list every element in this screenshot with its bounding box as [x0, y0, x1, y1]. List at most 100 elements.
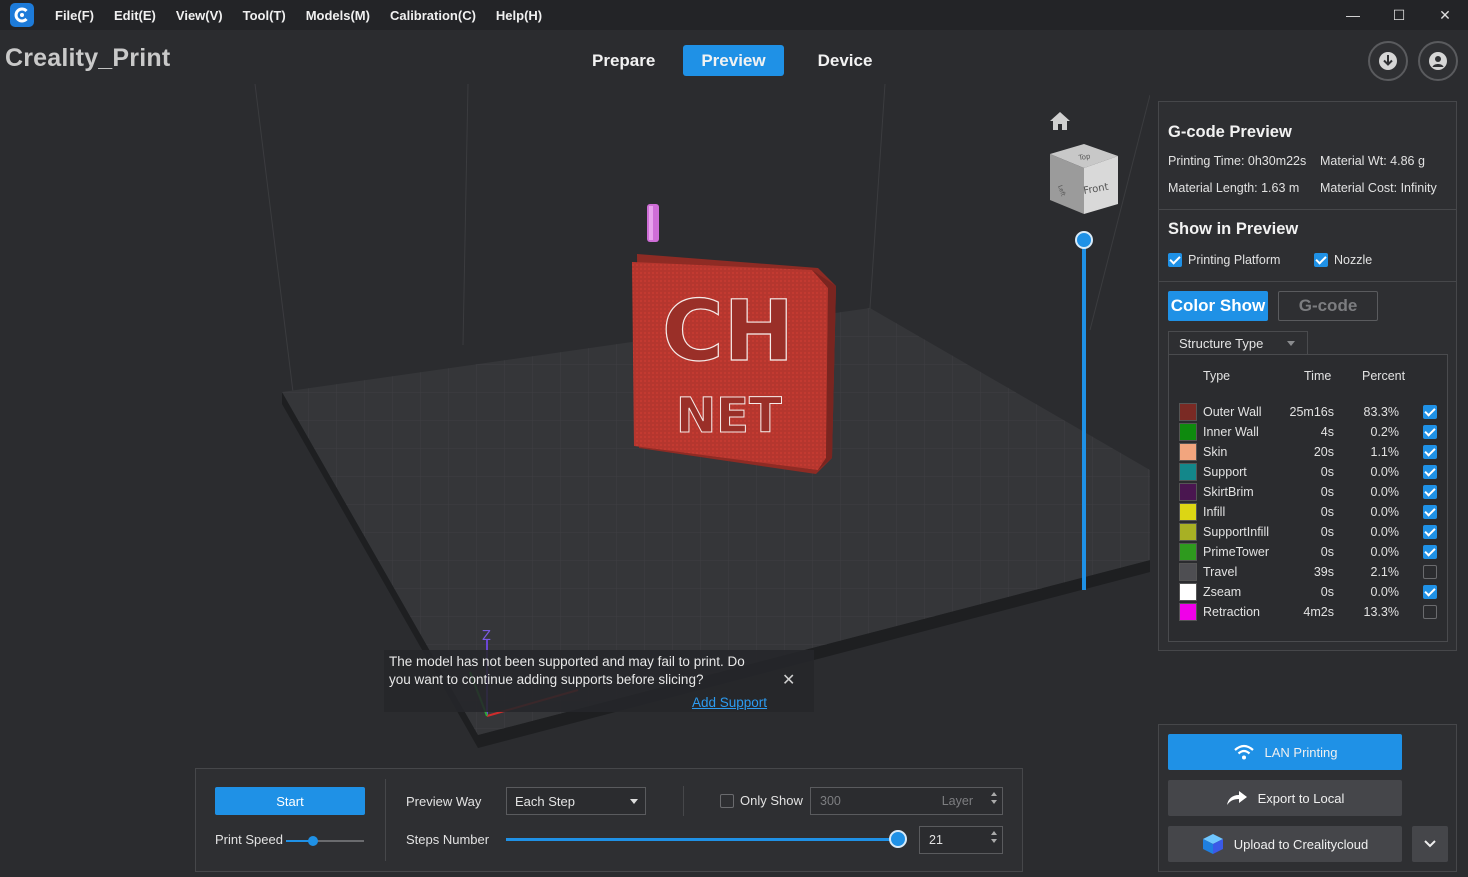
legend-row: Infill 0s 0.0% [1169, 502, 1447, 522]
menu-item-help[interactable]: Help(H) [496, 8, 542, 23]
menu-bar: File(F) Edit(E) View(V) Tool(T) Models(M) Cal… [0, 0, 1468, 30]
export-more-button[interactable] [1412, 826, 1448, 862]
start-button[interactable]: Start [215, 787, 365, 815]
legend-percent: 0.0% [1370, 585, 1400, 599]
legend-visibility-checkbox[interactable] [1423, 465, 1437, 479]
legend-percent: 0.0% [1370, 485, 1400, 499]
arrow-down-icon[interactable] [991, 839, 997, 843]
steps-number-label: Steps Number [406, 832, 490, 847]
steps-slider-handle[interactable] [889, 830, 907, 848]
maximize-button[interactable]: ☐ [1376, 0, 1422, 30]
only-show-checkbox[interactable] [720, 793, 734, 808]
color-swatch [1179, 483, 1197, 501]
layer-slider-track[interactable] [1082, 240, 1086, 590]
arrow-up-icon[interactable] [991, 831, 997, 835]
home-view-icon[interactable] [1048, 110, 1072, 132]
legend-visibility-checkbox[interactable] [1423, 525, 1437, 539]
legend-row: Inner Wall 4s 0.2% [1169, 422, 1447, 442]
preview-way-select[interactable]: Each Step [506, 787, 646, 815]
legend-type-name: Zseam [1203, 585, 1242, 599]
legend-percent: 83.3% [1363, 405, 1399, 419]
printing-platform-label: Printing Platform [1188, 253, 1281, 267]
arrow-down-icon[interactable] [991, 800, 997, 804]
legend-type-name: Retraction [1203, 605, 1260, 619]
legend-visibility-checkbox[interactable] [1423, 585, 1437, 599]
legend-percent: 0.0% [1370, 545, 1400, 559]
gcode-button[interactable]: G-code [1278, 291, 1378, 321]
legend-row: Travel 39s 2.1% [1169, 562, 1447, 582]
legend-visibility-checkbox[interactable] [1423, 445, 1437, 459]
printing-platform-checkbox[interactable] [1168, 253, 1182, 267]
layer-stepper[interactable] [991, 792, 997, 804]
legend-time: 0s [1320, 545, 1334, 559]
menu-item-file[interactable]: File(F) [55, 8, 94, 23]
crealitycloud-cube-icon [1202, 834, 1223, 854]
percent-header: Percent [1362, 369, 1406, 383]
legend-time: 39s [1313, 565, 1334, 579]
support-warning-toast: The model has not been supported and may… [384, 650, 814, 712]
lan-printing-button[interactable]: LAN Printing [1168, 734, 1402, 770]
legend-type-name: PrimeTower [1203, 545, 1269, 559]
material-cost: Material Cost: Infinity [1320, 181, 1437, 195]
3d-viewport[interactable]: CH NET Z [0, 84, 1150, 877]
toast-close-button[interactable]: ✕ [782, 670, 795, 690]
menu-item-models[interactable]: Models(M) [306, 8, 370, 23]
nozzle-model [647, 204, 659, 242]
only-show-toggle[interactable]: Only Show [720, 793, 803, 808]
layer-value: 300 [820, 794, 841, 808]
upload-to-crealitycloud-button[interactable]: Upload to Crealitycloud [1168, 826, 1402, 862]
legend-row: Skin 20s 1.1% [1169, 442, 1447, 462]
chevron-down-icon [1287, 341, 1295, 346]
printing-platform-toggle[interactable]: Printing Platform [1168, 253, 1280, 267]
legend-visibility-checkbox[interactable] [1423, 505, 1437, 519]
lan-printing-label: LAN Printing [1264, 744, 1338, 760]
mode-tabs: Prepare Preview Device [574, 45, 890, 76]
svg-text:Z: Z [482, 629, 491, 644]
legend-visibility-checkbox[interactable] [1423, 565, 1437, 579]
download-button[interactable] [1368, 41, 1408, 81]
tab-preview[interactable]: Preview [683, 45, 784, 76]
steps-stepper[interactable] [991, 831, 997, 843]
print-speed-slider-handle[interactable] [308, 836, 319, 846]
legend-visibility-checkbox[interactable] [1423, 425, 1437, 439]
legend-percent: 1.1% [1370, 445, 1400, 459]
menu-item-edit[interactable]: Edit(E) [114, 8, 156, 23]
creality-logo-icon [10, 3, 34, 27]
tab-device[interactable]: Device [800, 45, 891, 76]
color-show-button[interactable]: Color Show [1168, 291, 1268, 321]
color-swatch [1179, 583, 1197, 601]
legend-visibility-checkbox[interactable] [1423, 605, 1437, 619]
layer-input[interactable]: 300 Layer [810, 787, 1003, 815]
export-to-local-button[interactable]: Export to Local [1168, 780, 1402, 816]
legend-visibility-checkbox[interactable] [1423, 545, 1437, 559]
color-swatch [1179, 543, 1197, 561]
add-support-link[interactable]: Add Support [692, 695, 767, 710]
legend-type-name: SkirtBrim [1203, 485, 1254, 499]
menu-item-tool[interactable]: Tool(T) [243, 8, 286, 23]
arrow-up-icon[interactable] [991, 792, 997, 796]
gcode-preview-panel: G-code Preview Printing Time: 0h30m22s M… [1158, 101, 1457, 651]
steps-slider[interactable] [506, 830, 907, 848]
legend-row: Retraction 4m2s 13.3% [1169, 602, 1447, 622]
svg-text:CH: CH [662, 282, 794, 380]
layer-slider-handle[interactable] [1075, 231, 1093, 249]
print-speed-slider[interactable] [286, 835, 364, 847]
nozzle-checkbox[interactable] [1314, 253, 1328, 267]
legend-visibility-checkbox[interactable] [1423, 405, 1437, 419]
only-show-label: Only Show [740, 793, 803, 808]
tab-prepare[interactable]: Prepare [574, 45, 673, 76]
view-cube[interactable]: Top Left Front [1048, 142, 1120, 216]
structure-type-dropdown[interactable]: Structure Type [1168, 331, 1308, 355]
legend-type-name: Infill [1203, 505, 1226, 519]
legend-time: 0s [1320, 585, 1334, 599]
nozzle-toggle[interactable]: Nozzle [1314, 253, 1372, 267]
color-swatch [1179, 503, 1197, 521]
legend-time: 0s [1320, 485, 1334, 499]
minimize-button[interactable]: — [1330, 0, 1376, 30]
user-button[interactable] [1418, 41, 1458, 81]
menu-item-view[interactable]: View(V) [176, 8, 223, 23]
steps-input[interactable]: 21 [919, 826, 1003, 854]
close-window-button[interactable]: ✕ [1422, 0, 1468, 30]
menu-item-calibration[interactable]: Calibration(C) [390, 8, 476, 23]
legend-visibility-checkbox[interactable] [1423, 485, 1437, 499]
